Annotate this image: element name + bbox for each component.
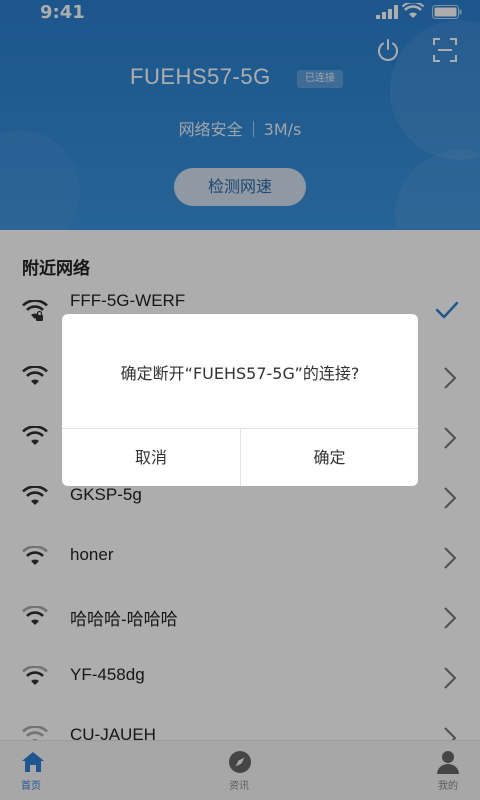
- confirm-button[interactable]: 确定: [241, 429, 418, 486]
- disconnect-dialog: 确定断开“FUEHS57-5G”的连接? 取消 确定: [62, 314, 418, 486]
- cancel-button[interactable]: 取消: [62, 429, 240, 486]
- dialog-message: 确定断开“FUEHS57-5G”的连接?: [120, 364, 360, 383]
